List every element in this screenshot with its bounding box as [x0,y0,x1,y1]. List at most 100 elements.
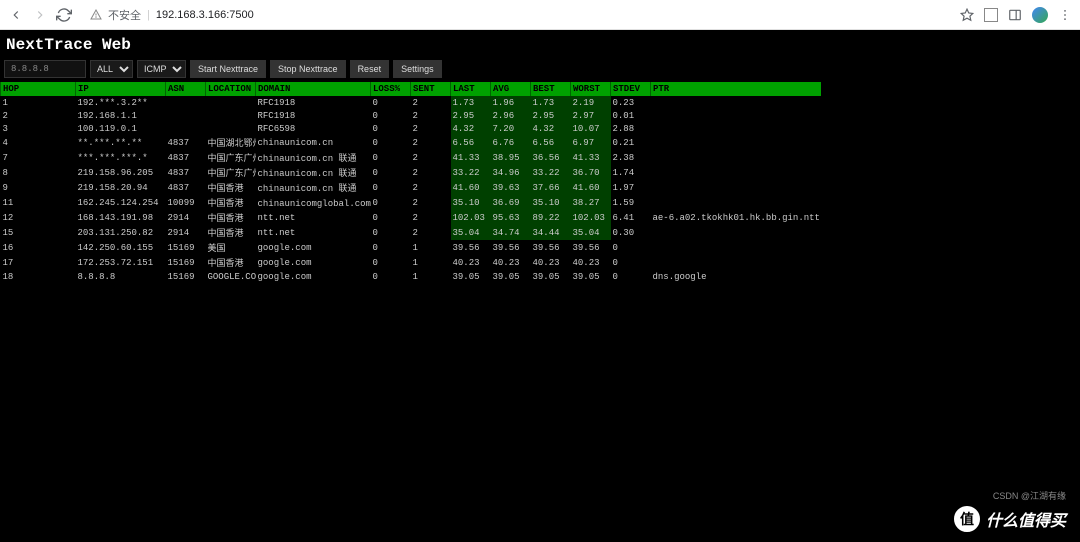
star-icon[interactable] [960,8,974,22]
cell-stdev: 2.88 [611,122,651,135]
table-row: 15203.131.250.822914中国香港ntt.net0235.0434… [1,225,821,240]
back-button[interactable] [8,7,24,23]
settings-button[interactable]: Settings [393,60,442,78]
cell-ptr [651,195,821,210]
col-header: SENT [411,82,451,96]
profile-avatar[interactable] [1032,7,1048,23]
cell-ptr: dns.google [651,270,821,283]
cell-last: 102.03 [451,210,491,225]
cell-worst: 10.07 [571,122,611,135]
forward-button[interactable] [32,7,48,23]
cell-sent: 2 [411,150,451,165]
cell-loc: GOOGLE.COM [206,270,256,283]
start-button[interactable]: Start Nexttrace [190,60,266,78]
browser-toolbar: 不安全 | 192.168.3.166:7500 [0,0,1080,30]
cell-worst: 36.70 [571,165,611,180]
cell-best: 36.56 [531,150,571,165]
cell-loc: 中国香港 [206,210,256,225]
cell-loss: 0 [371,150,411,165]
table-row: 16142.250.60.15515169美国google.com0139.56… [1,240,821,255]
cell-loc: 中国香港 [206,180,256,195]
cell-avg: 1.96 [491,96,531,109]
cell-worst: 2.97 [571,109,611,122]
table-row: 7***.***.***.*4837中国广东广州chinaunicom.cn 联… [1,150,821,165]
cell-dom: ntt.net [256,225,371,240]
cell-ip: 8.8.8.8 [76,270,166,283]
cell-ip: 203.131.250.82 [76,225,166,240]
cell-last: 41.60 [451,180,491,195]
table-row: 8219.158.96.2054837中国广东广州chinaunicom.cn … [1,165,821,180]
cell-sent: 2 [411,225,451,240]
cell-ptr [651,122,821,135]
cell-best: 33.22 [531,165,571,180]
cell-dom: chinaunicom.cn [256,135,371,150]
cell-sent: 2 [411,180,451,195]
cell-ptr [651,165,821,180]
cell-loss: 0 [371,210,411,225]
cell-stdev: 0.30 [611,225,651,240]
cell-dom: chinaunicom.cn 联通 [256,165,371,180]
cell-sent: 2 [411,96,451,109]
table-row: 17172.253.72.15115169中国香港google.com0140.… [1,255,821,270]
table-row: 2192.168.1.1RFC1918022.952.962.952.970.0… [1,109,821,122]
cell-loc: 中国香港 [206,195,256,210]
cell-ip: 219.158.20.94 [76,180,166,195]
extension-icon[interactable] [984,8,998,22]
cell-best: 37.66 [531,180,571,195]
cell-worst: 38.27 [571,195,611,210]
cell-asn: 4837 [166,180,206,195]
cell-loc: 中国广东广州 [206,165,256,180]
cell-avg: 39.56 [491,240,531,255]
stop-button[interactable]: Stop Nexttrace [270,60,346,78]
cell-last: 35.04 [451,225,491,240]
cell-hop: 7 [1,150,76,165]
cell-ip: 192.168.1.1 [76,109,166,122]
target-ip-input[interactable] [4,60,86,78]
cell-worst: 39.56 [571,240,611,255]
reset-button[interactable]: Reset [350,60,390,78]
cell-last: 33.22 [451,165,491,180]
cell-best: 40.23 [531,255,571,270]
menu-icon[interactable] [1058,8,1072,22]
cell-hop: 15 [1,225,76,240]
cell-hop: 2 [1,109,76,122]
select-mode[interactable]: ALL [90,60,133,78]
cell-asn: 4837 [166,150,206,165]
cell-last: 40.23 [451,255,491,270]
cell-last: 39.05 [451,270,491,283]
cell-best: 35.10 [531,195,571,210]
cell-hop: 16 [1,240,76,255]
cell-worst: 35.04 [571,225,611,240]
controls-row: ALL ICMP Start Nexttrace Stop Nexttrace … [0,58,1080,82]
cell-dom: google.com [256,240,371,255]
panel-icon[interactable] [1008,8,1022,22]
col-header: BEST [531,82,571,96]
cell-stdev: 2.38 [611,150,651,165]
cell-hop: 9 [1,180,76,195]
cell-stdev: 1.97 [611,180,651,195]
col-header: STDEV [611,82,651,96]
table-row: 11162.245.124.25410099中国香港chinaunicomglo… [1,195,821,210]
select-protocol[interactable]: ICMP [137,60,186,78]
cell-sent: 2 [411,122,451,135]
watermark-badge-icon: 值 [954,506,980,532]
cell-loc: 中国湖北鄂州 [206,135,256,150]
col-header: LAST [451,82,491,96]
cell-avg: 2.96 [491,109,531,122]
cell-loss: 0 [371,225,411,240]
table-row: 1192.***.3.2**RFC1918021.731.961.732.190… [1,96,821,109]
address-bar[interactable]: 不安全 | 192.168.3.166:7500 [90,7,254,23]
cell-avg: 34.96 [491,165,531,180]
cell-hop: 4 [1,135,76,150]
cell-last: 39.56 [451,240,491,255]
cell-avg: 95.63 [491,210,531,225]
col-header: HOP [1,82,76,96]
cell-avg: 7.20 [491,122,531,135]
col-header: DOMAIN [256,82,371,96]
reload-button[interactable] [56,7,72,23]
cell-loss: 0 [371,240,411,255]
cell-ip: ***.***.***.* [76,150,166,165]
cell-stdev: 0.21 [611,135,651,150]
col-header: LOCATION [206,82,256,96]
cell-asn: 15169 [166,270,206,283]
